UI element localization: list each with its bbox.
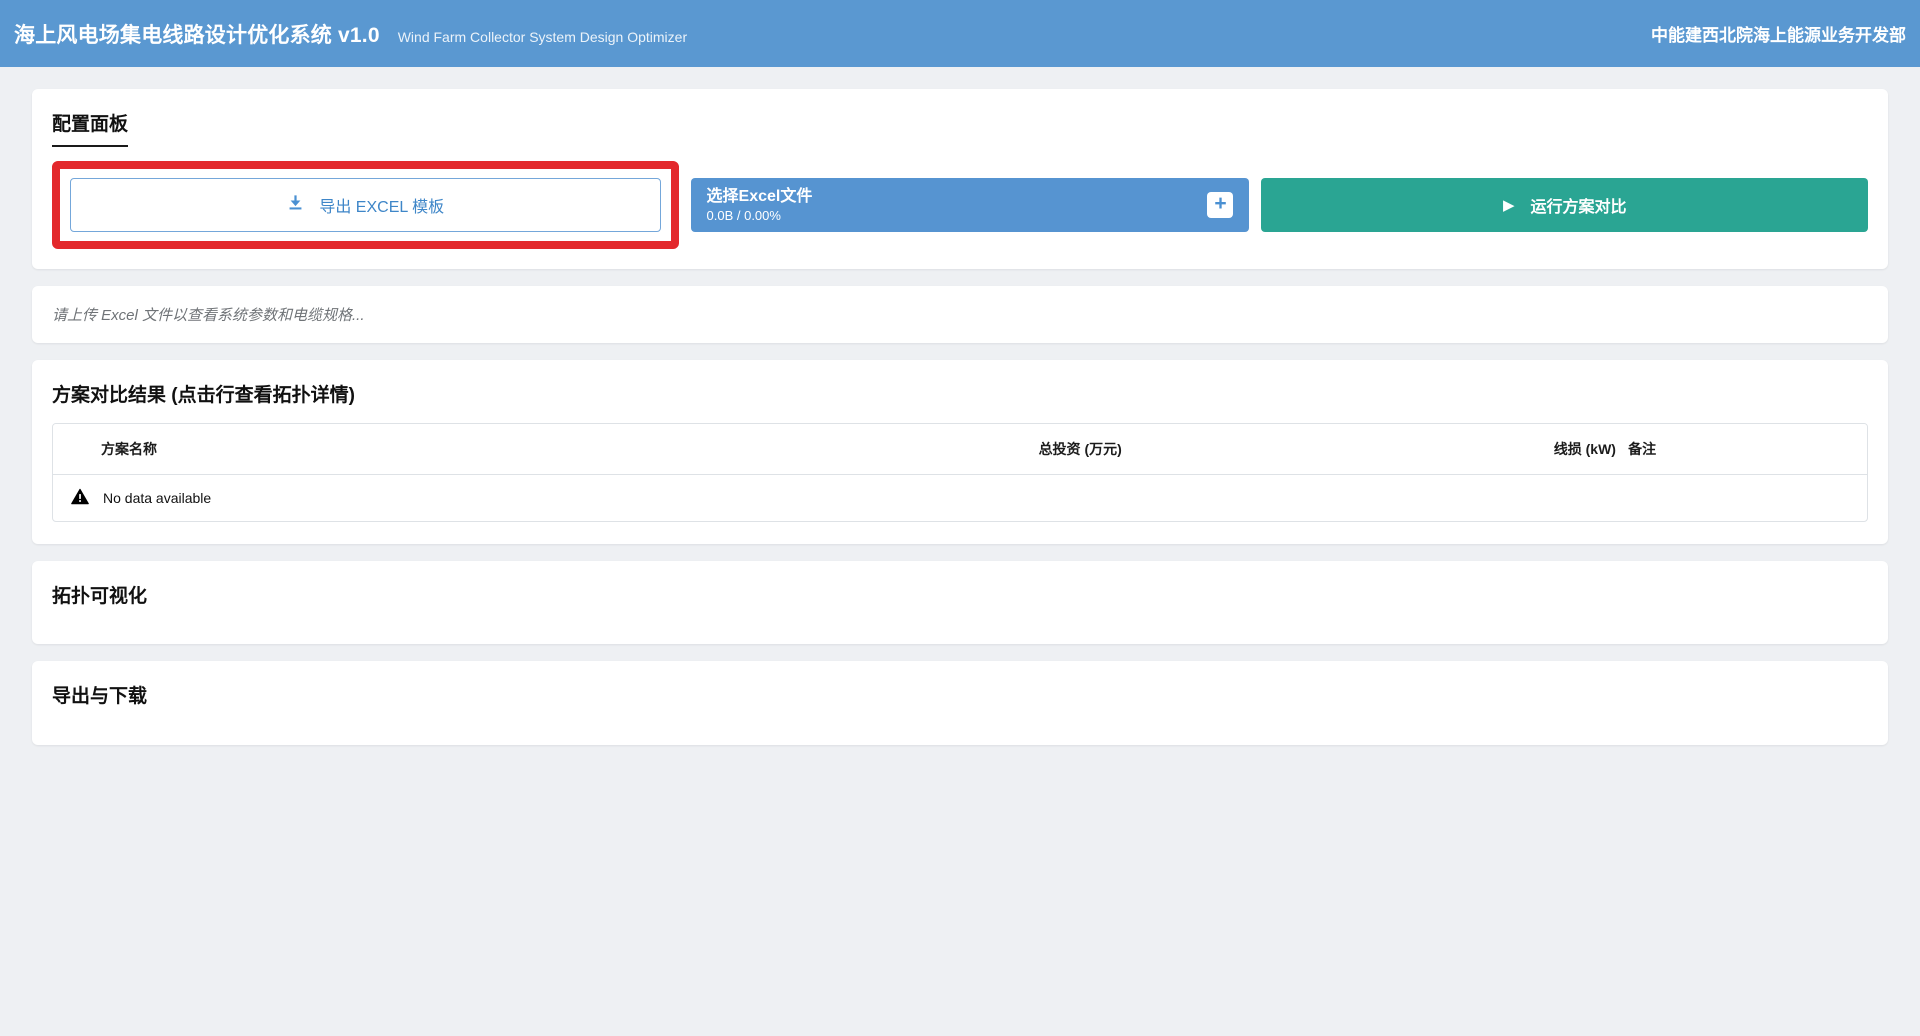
upload-button-label: 选择Excel文件 xyxy=(707,187,1194,206)
results-table: 方案名称 总投资 (万元) 线损 (kW) 备注 xyxy=(52,423,1868,522)
app-subtitle: Wind Farm Collector System Design Optimi… xyxy=(398,29,687,45)
empty-data-row: No data available xyxy=(53,475,1867,522)
header-title-group: 海上风电场集电线路设计优化系统 v1.0 Wind Farm Collector… xyxy=(14,19,687,49)
plus-icon[interactable]: + xyxy=(1207,192,1233,218)
export-excel-template-button[interactable]: 导出 EXCEL 模板 xyxy=(70,178,661,232)
topology-card: 拓扑可视化 xyxy=(32,561,1888,644)
department-label: 中能建西北院海上能源业务开发部 xyxy=(1651,21,1906,46)
empty-data-message: No data available xyxy=(103,490,211,506)
results-table-header-row: 方案名称 总投资 (万元) 线损 (kW) 备注 xyxy=(53,424,1867,475)
download-card: 导出与下载 xyxy=(32,661,1888,745)
column-header-total-investment[interactable]: 总投资 (万元) xyxy=(1033,424,1548,475)
config-panel-title: 配置面板 xyxy=(52,109,128,147)
config-panel-card: 配置面板 导出 EXCEL 模板 选择Excel文件 0.0B / 0 xyxy=(32,89,1888,269)
results-section-title: 方案对比结果 (点击行查看拓扑详情) xyxy=(52,380,1868,407)
app-header: 海上风电场集电线路设计优化系统 v1.0 Wind Farm Collector… xyxy=(0,0,1920,67)
upload-progress-text: 0.0B / 0.00% xyxy=(707,208,1194,223)
run-comparison-button[interactable]: ▶ 运行方案对比 xyxy=(1261,178,1868,232)
select-excel-file-button[interactable]: 选择Excel文件 0.0B / 0.00% + xyxy=(691,178,1250,232)
config-controls-row: 导出 EXCEL 模板 选择Excel文件 0.0B / 0.00% + ▶ 运… xyxy=(52,161,1868,249)
column-header-scheme-name[interactable]: 方案名称 xyxy=(53,424,1033,475)
warning-icon xyxy=(71,488,89,508)
page-bottom-spacer xyxy=(32,762,1888,1036)
app-title: 海上风电场集电线路设计优化系统 v1.0 xyxy=(14,19,380,49)
annotation-highlight: 导出 EXCEL 模板 xyxy=(52,161,679,249)
run-button-label: 运行方案对比 xyxy=(1531,193,1627,217)
upload-hint-text: 请上传 Excel 文件以查看系统参数和电缆规格... xyxy=(52,304,1868,325)
download-icon xyxy=(286,193,305,217)
hint-card: 请上传 Excel 文件以查看系统参数和电缆规格... xyxy=(32,286,1888,343)
download-section-title: 导出与下载 xyxy=(52,681,1868,708)
main-content: 配置面板 导出 EXCEL 模板 选择Excel文件 0.0B / 0 xyxy=(0,67,1920,1036)
export-button-label: 导出 EXCEL 模板 xyxy=(319,193,444,217)
topology-section-title: 拓扑可视化 xyxy=(52,581,1868,608)
results-card: 方案对比结果 (点击行查看拓扑详情) 方案名称 总投资 (万元) 线损 (kW)… xyxy=(32,360,1888,544)
column-header-remarks[interactable]: 备注 xyxy=(1622,424,1867,475)
play-icon: ▶ xyxy=(1503,196,1515,214)
column-header-line-loss[interactable]: 线损 (kW) xyxy=(1548,424,1622,475)
